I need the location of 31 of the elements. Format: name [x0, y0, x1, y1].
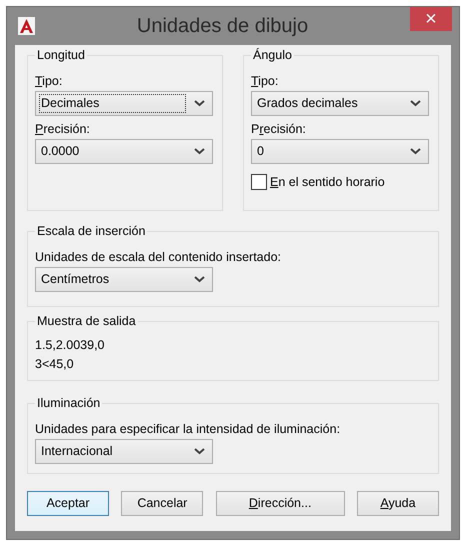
dropdown[interactable]: 0: [251, 138, 429, 164]
output-text: 1.5,2.0039,0: [35, 338, 105, 353]
field-label: Tipo:: [251, 73, 278, 90]
field-label: Tipo:: [35, 73, 62, 90]
window-title: Unidades de dibujo: [136, 14, 310, 39]
checkbox-label: En el sentido horario: [270, 174, 385, 190]
field-label: Precisión:: [251, 120, 306, 138]
dropdown[interactable]: Centímetros: [35, 266, 213, 292]
direction-button[interactable]: Dirección...: [216, 491, 345, 516]
dropdown[interactable]: Grados decimales: [251, 90, 429, 116]
accept-button[interactable]: Aceptar: [27, 491, 109, 516]
chevron-down-icon: [410, 147, 421, 155]
chevron-down-icon: [194, 275, 205, 284]
field-label: Unidades de escala del contenido insertado:: [35, 249, 282, 266]
cancel-button[interactable]: Cancelar: [121, 491, 204, 516]
dropdown[interactable]: 0.0000: [35, 138, 213, 164]
app-icon: [18, 17, 35, 35]
group-title: Ángulo: [251, 47, 294, 63]
chevron-down-icon: [194, 147, 205, 155]
field-label: Unidades para especificar la intensidad de iluminación:: [35, 421, 340, 438]
chevron-down-icon: [410, 99, 421, 108]
close-button[interactable]: ×: [410, 7, 452, 31]
group-title: Longitud: [35, 47, 87, 63]
dropdown[interactable]: Internacional: [35, 438, 213, 464]
dropdown[interactable]: Decimales: [35, 90, 213, 116]
checkbox[interactable]: [251, 174, 267, 190]
chevron-down-icon: [194, 447, 205, 456]
output-text: 3<45,0: [35, 356, 74, 372]
field-label: Precisión:: [35, 120, 90, 138]
help-button[interactable]: Ayuda: [356, 491, 439, 516]
chevron-down-icon: [194, 99, 205, 108]
